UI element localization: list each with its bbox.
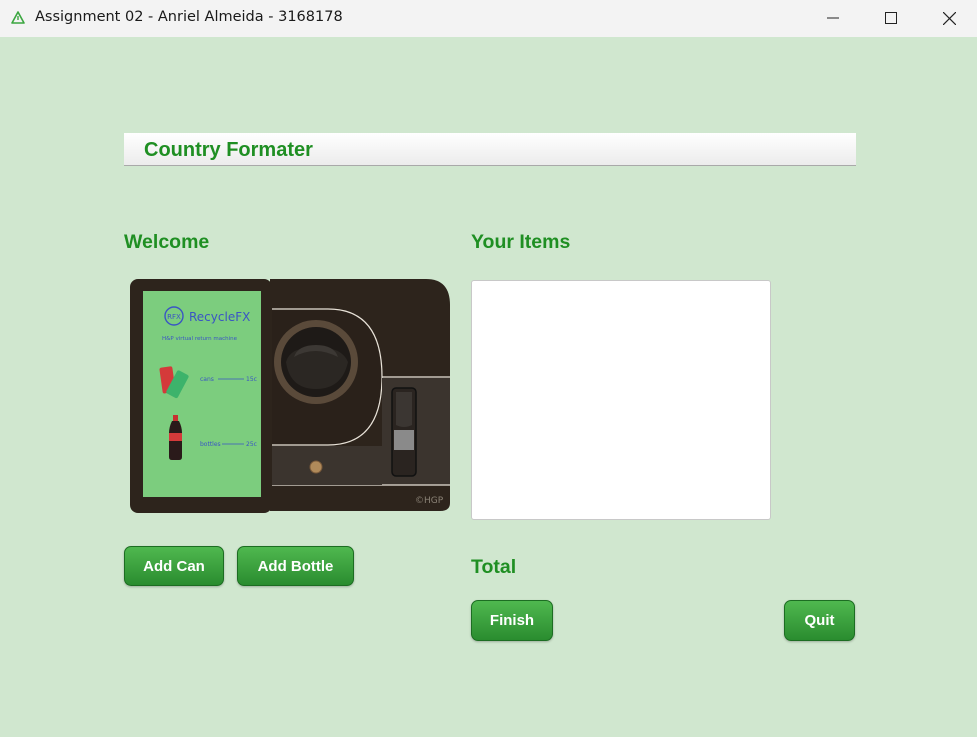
welcome-label: Welcome [124, 231, 210, 253]
bottles-price: 25c [246, 441, 257, 448]
machine-subtitle: H&P virtual return machine [162, 336, 238, 342]
your-items-label: Your Items [471, 231, 571, 253]
insert-hole-icon [274, 320, 358, 404]
maximize-icon [885, 12, 897, 24]
add-bottle-button[interactable]: Add Bottle [237, 546, 354, 586]
recycle-triangle-icon [11, 11, 25, 24]
brand-name: RecycleFX [189, 310, 250, 324]
cans-price: 15c [246, 376, 257, 383]
window-titlebar: Assignment 02 - Anriel Almeida - 3168178 [0, 0, 977, 37]
close-button[interactable] [921, 0, 977, 37]
items-list[interactable] [471, 280, 771, 520]
page-title: Country Formater [144, 139, 313, 161]
recycle-machine-image: RFX RecycleFX H&P virtual return machine… [130, 279, 450, 513]
svg-text:RFX: RFX [167, 313, 181, 321]
total-label: Total [471, 556, 517, 578]
signature-text: ©HGP [415, 496, 444, 506]
close-icon [943, 12, 956, 25]
slot-icon [391, 387, 417, 477]
coin-icon [309, 460, 323, 474]
bottles-label: bottles [200, 441, 221, 448]
minimize-button[interactable] [805, 0, 863, 37]
cans-label: cans [200, 376, 214, 383]
finish-button[interactable]: Finish [471, 600, 553, 641]
window-title: Assignment 02 - Anriel Almeida - 3168178 [35, 9, 343, 25]
minimize-icon [827, 17, 839, 19]
quit-button[interactable]: Quit [784, 600, 855, 641]
maximize-button[interactable] [863, 0, 921, 37]
header-bar: Country Formater [124, 133, 856, 166]
add-can-button[interactable]: Add Can [124, 546, 224, 586]
